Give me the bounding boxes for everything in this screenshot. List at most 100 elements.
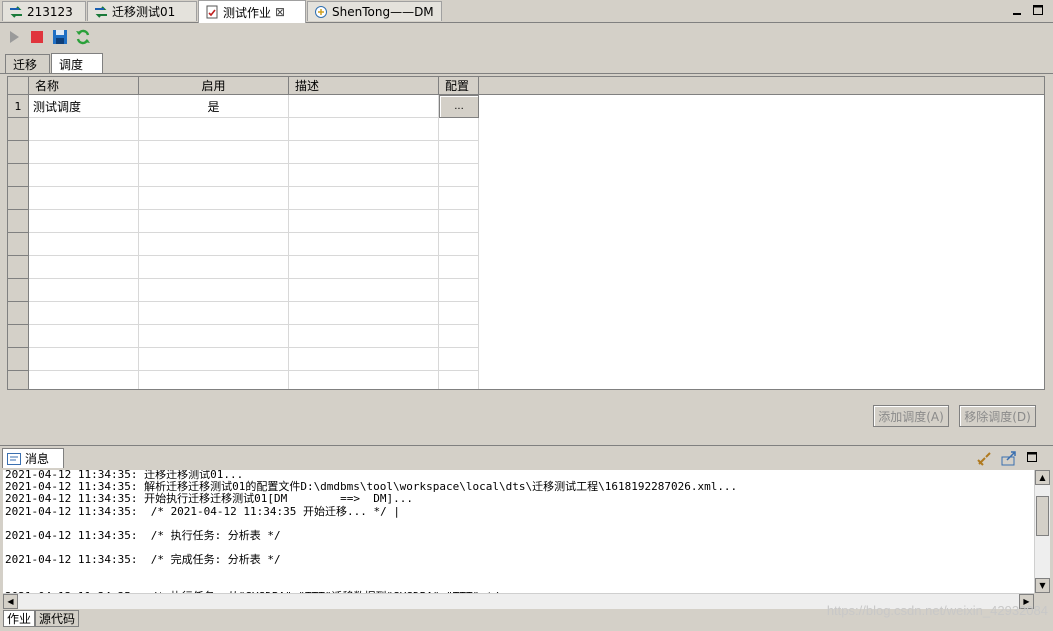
table-cell[interactable]: [139, 279, 289, 302]
tab-source-code[interactable]: 源代码: [35, 610, 79, 627]
tab-job[interactable]: 作业: [3, 610, 35, 627]
table-cell[interactable]: [139, 164, 289, 187]
table-cell[interactable]: [29, 164, 139, 187]
row-header[interactable]: [8, 302, 29, 325]
table-cell[interactable]: [139, 118, 289, 141]
table-cell[interactable]: [439, 371, 479, 389]
refresh-button[interactable]: [74, 28, 92, 46]
scroll-thumb[interactable]: [1036, 496, 1049, 536]
column-header-filler: [479, 77, 1044, 95]
subtab-migration[interactable]: 迁移: [5, 54, 50, 73]
row-header[interactable]: [8, 141, 29, 164]
row-header[interactable]: [8, 118, 29, 141]
row-header[interactable]: [8, 279, 29, 302]
maximize-icon[interactable]: [1026, 451, 1038, 463]
column-header-description[interactable]: 描述: [289, 77, 439, 95]
subtab-label: 迁移: [13, 57, 38, 72]
tab-shentong-dm[interactable]: ShenTong——DM: [307, 1, 442, 21]
table-cell-name[interactable]: 测试调度: [29, 95, 139, 118]
tab-messages[interactable]: 消息: [2, 448, 64, 468]
export-icon[interactable]: [1001, 450, 1017, 466]
table-cell[interactable]: [29, 210, 139, 233]
message-console[interactable]: 2021-04-12 11:34:35: 迁移迁移测试01... 2021-04-…: [3, 470, 1034, 593]
row-header[interactable]: [8, 371, 29, 389]
table-cell[interactable]: [139, 141, 289, 164]
row-header[interactable]: 1: [8, 95, 29, 118]
run-button[interactable]: [5, 28, 23, 46]
button-label: 添加调度(A): [878, 409, 944, 424]
row-header[interactable]: [8, 187, 29, 210]
row-header[interactable]: [8, 348, 29, 371]
column-header-enabled[interactable]: 启用: [139, 77, 289, 95]
table-cell[interactable]: [439, 164, 479, 187]
column-header-name[interactable]: 名称: [29, 77, 139, 95]
remove-schedule-button[interactable]: 移除调度(D): [959, 405, 1036, 427]
table-cell[interactable]: [139, 233, 289, 256]
minimize-icon[interactable]: [1011, 4, 1023, 16]
table-cell[interactable]: [289, 141, 439, 164]
table-cell[interactable]: [29, 348, 139, 371]
table-cell[interactable]: [29, 141, 139, 164]
row-header[interactable]: [8, 256, 29, 279]
column-header-config[interactable]: 配置: [439, 77, 479, 95]
table-cell[interactable]: [289, 187, 439, 210]
tab-test-job[interactable]: 测试作业 ⊠: [198, 0, 306, 23]
tab-migration-test[interactable]: 迁移测试01: [87, 1, 197, 21]
close-icon[interactable]: ⊠: [275, 5, 285, 19]
table-cell[interactable]: [139, 210, 289, 233]
table-cell[interactable]: [29, 256, 139, 279]
table-cell[interactable]: [289, 256, 439, 279]
table-cell[interactable]: [439, 210, 479, 233]
row-header[interactable]: [8, 210, 29, 233]
table-cell[interactable]: [289, 210, 439, 233]
stop-button[interactable]: [28, 28, 46, 46]
subtab-schedule[interactable]: 调度: [51, 53, 103, 74]
table-cell[interactable]: [289, 164, 439, 187]
maximize-icon[interactable]: [1032, 4, 1044, 16]
table-cell[interactable]: [29, 302, 139, 325]
row-header[interactable]: [8, 164, 29, 187]
table-cell[interactable]: [29, 325, 139, 348]
table-cell[interactable]: [139, 187, 289, 210]
table-cell[interactable]: [139, 348, 289, 371]
table-cell[interactable]: [29, 118, 139, 141]
table-cell[interactable]: [439, 279, 479, 302]
table-cell[interactable]: [139, 325, 289, 348]
scroll-left-icon[interactable]: ◀: [3, 594, 18, 609]
add-schedule-button[interactable]: 添加调度(A): [873, 405, 949, 427]
table-cell[interactable]: [289, 325, 439, 348]
row-header[interactable]: [8, 233, 29, 256]
scroll-up-icon[interactable]: ▲: [1035, 470, 1050, 485]
table-cell[interactable]: [439, 141, 479, 164]
clear-icon[interactable]: [977, 450, 993, 466]
config-button[interactable]: ...: [439, 95, 479, 118]
row-header[interactable]: [8, 325, 29, 348]
save-button[interactable]: [51, 28, 69, 46]
table-cell[interactable]: [29, 233, 139, 256]
table-cell[interactable]: [139, 256, 289, 279]
table-cell[interactable]: [29, 187, 139, 210]
table-cell[interactable]: [439, 118, 479, 141]
table-cell-enabled[interactable]: 是: [139, 95, 289, 118]
table-cell[interactable]: [289, 371, 439, 389]
table-cell[interactable]: [289, 279, 439, 302]
table-cell[interactable]: [439, 348, 479, 371]
table-cell[interactable]: [289, 302, 439, 325]
table-cell[interactable]: [289, 348, 439, 371]
table-cell[interactable]: [29, 371, 139, 389]
table-cell[interactable]: [439, 302, 479, 325]
scroll-down-icon[interactable]: ▼: [1035, 578, 1050, 593]
table-cell[interactable]: [139, 302, 289, 325]
table-cell[interactable]: [439, 256, 479, 279]
table-cell[interactable]: [289, 233, 439, 256]
tab-213123[interactable]: 213123: [2, 1, 86, 21]
table-cell[interactable]: [29, 279, 139, 302]
table-cell[interactable]: [439, 233, 479, 256]
table-cell[interactable]: [439, 187, 479, 210]
table-cell[interactable]: [289, 118, 439, 141]
tab-label: 迁移测试01: [112, 5, 176, 19]
table-cell[interactable]: [439, 325, 479, 348]
table-cell[interactable]: [139, 371, 289, 389]
table-cell-description[interactable]: [289, 95, 439, 118]
vertical-scrollbar[interactable]: ▲ ▼: [1034, 470, 1050, 593]
